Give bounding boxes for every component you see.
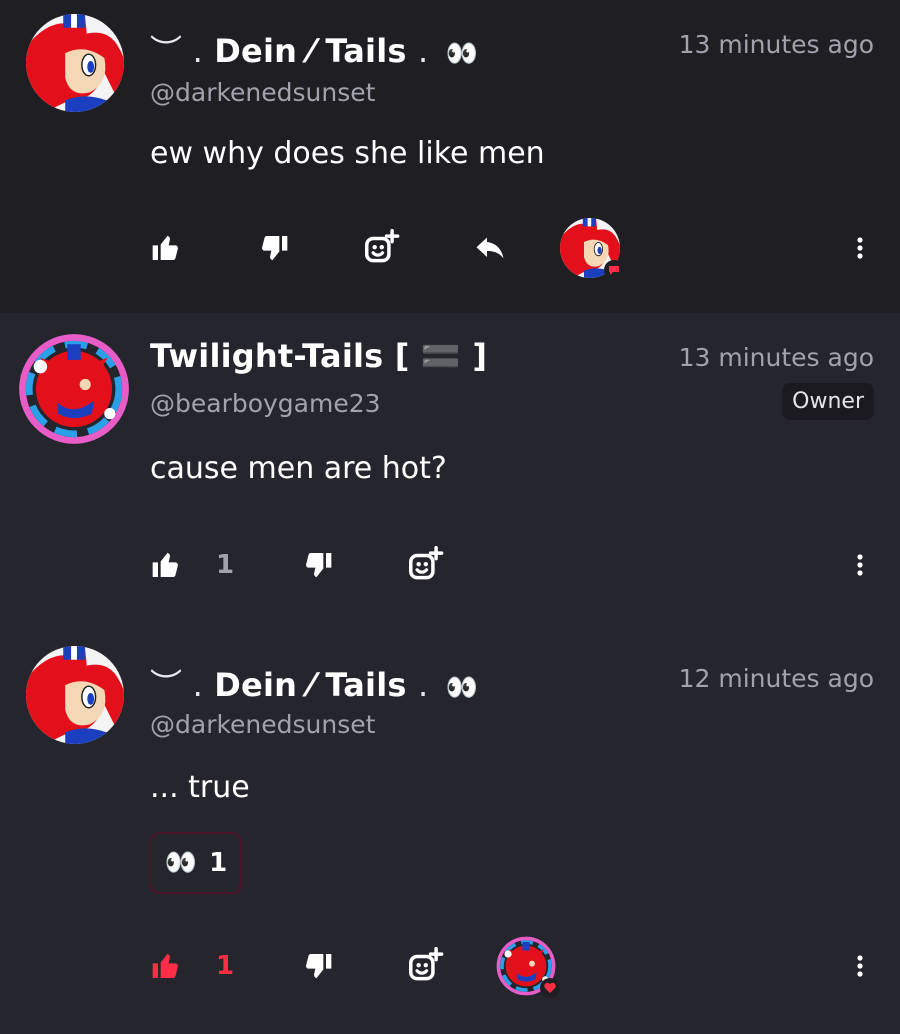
dislike-button[interactable] bbox=[258, 218, 290, 278]
reaction-chip[interactable]: 👀 1 bbox=[150, 832, 242, 894]
name-decoration: ︶ . bbox=[150, 666, 203, 704]
thumbs-up-icon bbox=[150, 232, 182, 264]
reply-button[interactable] bbox=[472, 218, 508, 278]
add-reaction-button[interactable] bbox=[406, 535, 444, 595]
add-reaction-icon bbox=[406, 546, 444, 584]
comment-actions bbox=[0, 218, 900, 280]
author-name[interactable]: ︶ . Dein ⁄ Tails . 👀 bbox=[150, 660, 478, 706]
comment-actions: 1 bbox=[0, 936, 900, 998]
thumbs-up-icon bbox=[150, 549, 182, 581]
comment-text: ew why does she like men bbox=[150, 136, 545, 171]
like-count: 1 bbox=[216, 951, 235, 981]
dislike-button[interactable] bbox=[302, 535, 334, 595]
reply-icon bbox=[472, 230, 508, 266]
speech-bubble-icon bbox=[604, 260, 624, 280]
more-options-button[interactable] bbox=[850, 535, 870, 595]
author-avatar[interactable] bbox=[26, 646, 124, 744]
creator-liked-avatar[interactable] bbox=[560, 218, 624, 280]
comment-item: Twilight-Tails [ 🟰 ] @bearboygame23 13 m… bbox=[0, 313, 900, 634]
add-reaction-button[interactable] bbox=[362, 218, 400, 278]
like-button[interactable]: 1 bbox=[150, 535, 234, 595]
author-avatar[interactable] bbox=[18, 333, 130, 445]
author-handle[interactable]: @darkenedsunset bbox=[150, 710, 375, 739]
owner-badge: Owner bbox=[782, 383, 874, 420]
reaction-count: 1 bbox=[209, 848, 228, 878]
dislike-button[interactable] bbox=[302, 936, 334, 996]
add-reaction-button[interactable] bbox=[406, 936, 444, 996]
author-name-text: Dein ⁄ Tails bbox=[214, 32, 407, 70]
creator-liked-avatar[interactable] bbox=[496, 936, 560, 998]
like-button[interactable] bbox=[150, 218, 182, 278]
add-reaction-icon bbox=[362, 229, 400, 267]
comment-text: ... true bbox=[150, 770, 250, 805]
name-decoration: . bbox=[417, 32, 429, 70]
comment-text: cause men are hot? bbox=[150, 451, 447, 486]
thumbs-down-icon bbox=[258, 232, 290, 264]
like-count: 1 bbox=[216, 550, 235, 580]
more-vertical-icon bbox=[856, 954, 864, 978]
comment-timestamp: 13 minutes ago bbox=[678, 343, 874, 372]
more-vertical-icon bbox=[856, 236, 864, 260]
thumbs-down-icon bbox=[302, 549, 334, 581]
author-handle[interactable]: @bearboygame23 bbox=[150, 389, 381, 418]
comment-item: ︶ . Dein ⁄ Tails . 👀 @darkenedsunset 13 … bbox=[0, 0, 900, 313]
eyes-emoji: 👀 bbox=[445, 39, 479, 69]
thumbs-down-icon bbox=[302, 950, 334, 982]
author-name-text: Twilight-Tails [ 🟰 ] bbox=[150, 337, 488, 375]
eyes-emoji: 👀 bbox=[164, 848, 198, 878]
name-decoration: . bbox=[417, 666, 429, 704]
more-options-button[interactable] bbox=[850, 936, 870, 996]
eyes-emoji: 👀 bbox=[445, 673, 479, 703]
like-button[interactable]: 1 bbox=[150, 936, 234, 996]
heart-icon bbox=[540, 978, 560, 998]
comment-timestamp: 12 minutes ago bbox=[678, 664, 874, 693]
more-vertical-icon bbox=[856, 553, 864, 577]
comment-timestamp: 13 minutes ago bbox=[678, 30, 874, 59]
author-handle[interactable]: @darkenedsunset bbox=[150, 78, 375, 107]
more-options-button[interactable] bbox=[850, 218, 870, 278]
author-name[interactable]: ︶ . Dein ⁄ Tails . 👀 bbox=[150, 26, 478, 72]
comment-actions: 1 bbox=[0, 535, 900, 595]
author-name[interactable]: Twilight-Tails [ 🟰 ] bbox=[150, 337, 487, 375]
thumbs-up-icon bbox=[150, 950, 182, 982]
name-decoration: ︶ . bbox=[150, 32, 203, 70]
author-avatar[interactable] bbox=[26, 14, 124, 112]
add-reaction-icon bbox=[406, 947, 444, 985]
author-name-text: Dein ⁄ Tails bbox=[214, 666, 407, 704]
comment-item: ︶ . Dein ⁄ Tails . 👀 @darkenedsunset 12 … bbox=[0, 634, 900, 1034]
